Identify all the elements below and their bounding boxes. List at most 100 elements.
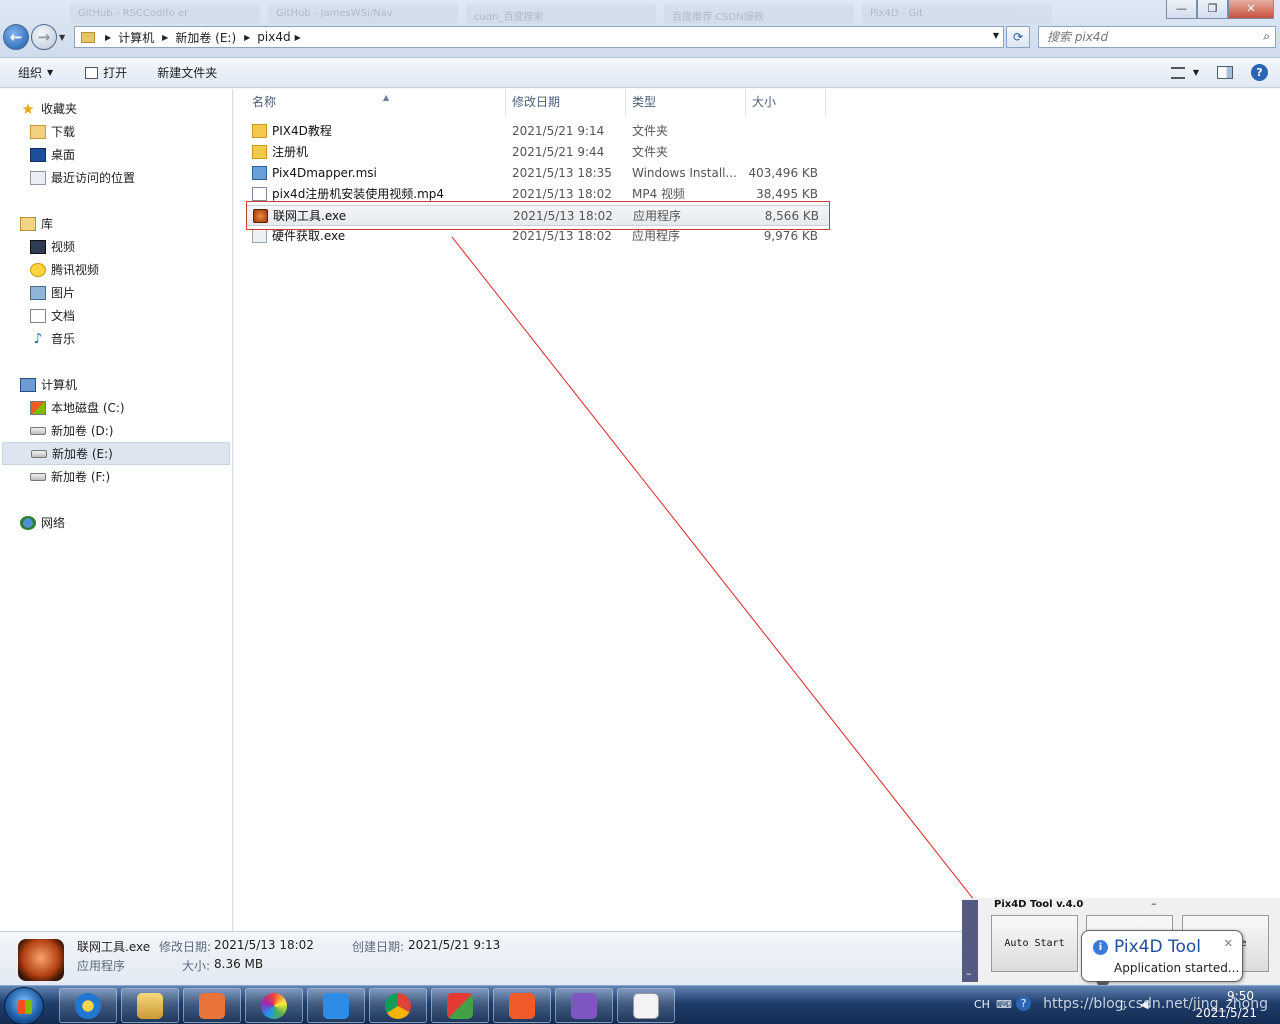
column-header-date[interactable]: 修改日期	[506, 89, 626, 116]
search-input[interactable]	[1039, 27, 1239, 47]
file-row[interactable]: PIX4D教程 2021/5/21 9:14 文件夹	[246, 121, 830, 142]
keyboard-icon[interactable]: ⌨	[996, 998, 1012, 1011]
close-button[interactable]: ✕	[1228, 0, 1274, 19]
nav-label: 新加卷 (E:)	[52, 447, 113, 461]
breadcrumb-drive-e[interactable]: ▶ 新加卷 (E:)	[158, 29, 236, 46]
notification-balloon[interactable]: i Pix4D Tool Application started... ✕	[1081, 930, 1243, 993]
visual-studio-icon	[571, 992, 597, 1019]
nav-recent-places[interactable]: 最近访问的位置	[0, 166, 232, 189]
new-folder-button[interactable]: 新建文件夹	[139, 58, 229, 88]
column-header-type[interactable]: 类型	[626, 89, 746, 116]
nav-drive-e[interactable]: 新加卷 (E:)	[2, 442, 230, 465]
nav-videos[interactable]: 视频	[0, 235, 232, 258]
column-header-name[interactable]: 名称 ▲	[246, 89, 506, 116]
exe-icon	[252, 229, 267, 243]
organize-menu[interactable]: 组织 ▼	[0, 58, 65, 88]
nav-documents[interactable]: 文档	[0, 304, 232, 327]
nav-pictures[interactable]: 图片	[0, 281, 232, 304]
nav-label: 收藏夹	[41, 102, 78, 116]
refresh-button[interactable]: ⟳	[1006, 26, 1030, 48]
nav-tencent-video[interactable]: 腾讯视频	[0, 258, 232, 281]
start-button[interactable]	[4, 987, 44, 1024]
background-tab: 百度推荐 CSDN爆款	[664, 4, 854, 24]
view-list-icon	[1170, 66, 1185, 79]
column-header-size[interactable]: 大小	[746, 89, 826, 116]
pix4d-side-bar: –	[962, 900, 978, 982]
nav-drive-d[interactable]: 新加卷 (D:)	[0, 419, 232, 442]
file-date: 2021/5/21 9:14	[512, 124, 605, 138]
back-arrow-icon: ←	[9, 28, 23, 46]
nav-libraries[interactable]: 库	[0, 212, 232, 235]
file-explorer-icon	[137, 992, 163, 1019]
nav-computer[interactable]: 计算机	[0, 373, 232, 396]
chrome-icon	[385, 992, 411, 1019]
nav-favorites[interactable]: ★ 收藏夹	[0, 97, 232, 120]
network-icon	[20, 515, 36, 530]
input-language[interactable]: CH	[974, 998, 990, 1011]
nav-music[interactable]: ♪ 音乐	[0, 327, 232, 350]
photo-viewer-icon	[261, 992, 287, 1019]
chevron-right-icon[interactable]: ▶	[162, 33, 168, 42]
forward-button[interactable]: →	[31, 24, 57, 50]
taskbar-photo[interactable]	[245, 988, 303, 1023]
address-dropdown-icon[interactable]: ▼	[993, 31, 999, 40]
breadcrumb-computer[interactable]: ▶ 计算机	[101, 29, 154, 46]
chevron-right-icon[interactable]: ▶	[105, 33, 111, 42]
file-date: 2021/5/13 18:35	[512, 166, 612, 180]
pix4dmapper-icon	[633, 992, 659, 1019]
taskbar-media[interactable]	[183, 988, 241, 1023]
recent-pages-dropdown[interactable]: ▼	[59, 33, 65, 42]
file-row[interactable]: Pix4Dmapper.msi 2021/5/13 18:35 Windows …	[246, 163, 830, 184]
taskbar-visual-studio[interactable]	[555, 988, 613, 1023]
nav-label: 图片	[51, 286, 76, 300]
library-icon	[20, 216, 36, 231]
open-icon	[85, 66, 99, 79]
help-tray-icon[interactable]: ?	[1016, 996, 1031, 1011]
folder-icon	[81, 31, 95, 43]
nav-desktop[interactable]: 桌面	[0, 143, 232, 166]
taskbar-pix4dmapper[interactable]	[617, 988, 675, 1023]
detail-size-label: 大小:	[182, 959, 211, 973]
drive-icon	[30, 426, 46, 435]
minimize-button[interactable]: —	[1166, 0, 1197, 19]
detail-created: 2021/5/21 9:13	[408, 938, 501, 952]
taskbar-pix4d-app[interactable]	[431, 988, 489, 1023]
file-type: Windows Install...	[632, 166, 737, 180]
side-minimize-button[interactable]: –	[966, 967, 972, 980]
open-label: 打开	[103, 66, 128, 80]
nav-label: 下载	[51, 125, 76, 139]
back-button[interactable]: ←	[3, 24, 29, 50]
file-thumbnail-icon	[18, 939, 64, 981]
background-tab: Pix4D - Git	[862, 4, 1052, 24]
file-row[interactable]: 注册机 2021/5/21 9:44 文件夹	[246, 142, 830, 163]
balloon-close-icon[interactable]: ✕	[1224, 937, 1233, 950]
auto-start-button[interactable]: Auto Start	[991, 915, 1078, 972]
search-icon[interactable]: ⌕	[1263, 29, 1270, 44]
open-button[interactable]: 打开	[65, 58, 139, 88]
breadcrumb-label: 新加卷 (E:)	[175, 30, 237, 45]
address-bar[interactable]: ▶ 计算机 ▶ 新加卷 (E:) ▶ pix4d ▶ ▼	[74, 26, 1004, 48]
taskbar-chrome[interactable]	[369, 988, 427, 1023]
pix4d-minimize-button[interactable]: –	[1151, 897, 1157, 910]
change-view-button[interactable]: ▼	[1170, 66, 1199, 79]
chevron-right-icon[interactable]: ▶	[295, 33, 301, 42]
taskbar-explorer[interactable]	[121, 988, 179, 1023]
taskbar-ie[interactable]	[59, 988, 117, 1023]
computer-icon	[20, 377, 36, 392]
breadcrumb-pix4d[interactable]: ▶ pix4d ▶	[240, 30, 308, 44]
preview-pane-icon[interactable]	[1217, 66, 1233, 79]
title-address-bar: GitHub - RSCCodifo er GitHub - JamesWSi/…	[0, 0, 1280, 58]
nav-network[interactable]: 网络	[0, 511, 232, 534]
chevron-right-icon[interactable]: ▶	[244, 33, 250, 42]
search-box[interactable]: ⌕	[1038, 26, 1276, 48]
help-icon[interactable]: ?	[1251, 64, 1268, 81]
maximize-button[interactable]: ❐	[1197, 0, 1228, 19]
nav-drive-f[interactable]: 新加卷 (F:)	[0, 465, 232, 488]
column-label: 名称	[252, 95, 277, 109]
nav-downloads[interactable]: 下载	[0, 120, 232, 143]
nav-label: 腾讯视频	[51, 263, 100, 277]
taskbar-presentation[interactable]	[493, 988, 551, 1023]
nav-drive-c[interactable]: 本地磁盘 (C:)	[0, 396, 232, 419]
breadcrumb-label: 计算机	[118, 30, 155, 45]
taskbar-bird-app[interactable]	[307, 988, 365, 1023]
